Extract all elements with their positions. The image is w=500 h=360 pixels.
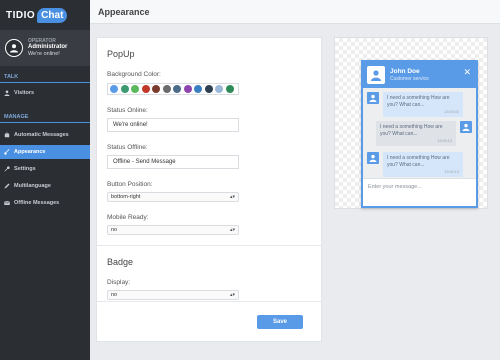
select-arrows-icon: ▴︎▾︎	[229, 194, 235, 200]
display-value: no	[111, 292, 118, 298]
sidebar-item-appearance[interactable]: Appearance	[0, 145, 90, 159]
wrench-icon	[4, 166, 10, 172]
message-text: I need a something How are you? What can…	[387, 155, 450, 168]
page-header: Appearance	[90, 0, 500, 24]
logo: TIDIO Chat	[0, 0, 90, 30]
chat-message-input[interactable]: Enter your message...	[363, 178, 476, 206]
mobile-ready-label: Mobile Ready:	[107, 214, 149, 221]
chat-messages: I need a something How are you? What can…	[363, 88, 476, 178]
section-divider	[97, 245, 321, 246]
sidebar-item-label: Offline Messages	[14, 200, 60, 206]
mail-icon	[4, 200, 10, 206]
chat-preview: John Doe Customer service ✕ I need a som…	[334, 37, 488, 209]
panel-footer: Save	[97, 301, 321, 341]
button-position-value: bottom-right	[111, 194, 141, 200]
chat-message: I need a something How are you? What can…	[376, 121, 472, 146]
chat-message: I need a something How are you? What can…	[367, 92, 463, 117]
display-label: Display:	[107, 279, 131, 286]
agent-avatar-icon	[367, 66, 385, 84]
sidebar-item-label: Visitors	[14, 90, 35, 96]
status-offline-input[interactable]: Offline - Send Message	[107, 155, 239, 169]
color-swatch[interactable]	[110, 85, 118, 93]
sidebar-item-visitors[interactable]: Visitors	[0, 86, 90, 100]
status-offline-label: Status Offline:	[107, 144, 148, 151]
color-swatch[interactable]	[194, 85, 202, 93]
badge-heading: Badge	[107, 257, 134, 267]
color-swatch[interactable]	[225, 85, 234, 93]
popup-heading: PopUp	[107, 49, 135, 59]
sidebar-item-offline-messages[interactable]: Offline Messages	[0, 196, 90, 210]
status-online-label: Status Online:	[107, 107, 148, 114]
operator-status[interactable]: We're online!	[28, 51, 67, 58]
color-swatch[interactable]	[120, 85, 129, 93]
user-avatar-icon	[367, 152, 379, 164]
chat-widget: John Doe Customer service ✕ I need a som…	[361, 60, 478, 208]
message-text: I need a something How are you? What can…	[380, 124, 443, 137]
select-arrows-icon: ▴︎▾︎	[229, 227, 235, 233]
sidebar-item-label: Settings	[14, 166, 36, 172]
sidebar-item-label: Automatic Messages	[14, 132, 69, 138]
close-icon[interactable]: ✕	[463, 68, 471, 77]
color-swatch[interactable]	[152, 85, 160, 93]
message-time: 13:00:00	[444, 109, 459, 114]
pencil-icon	[4, 183, 10, 189]
sidebar-item-automatic-messages[interactable]: Automatic Messages	[0, 128, 90, 142]
sidebar-item-multilanguage[interactable]: Multilanguage	[0, 179, 90, 193]
status-online-input[interactable]: We're online!	[107, 118, 239, 132]
operator-card: OPERATOR Administrator We're online!	[0, 30, 90, 66]
display-select[interactable]: no ▴︎▾︎	[107, 290, 239, 300]
operator-name: Administrator	[28, 44, 68, 51]
robot-icon	[4, 132, 10, 138]
color-picker	[107, 83, 239, 95]
section-manage: MANAGE	[0, 106, 90, 123]
button-position-select[interactable]: bottom-right ▴︎▾︎	[107, 192, 239, 202]
sidebar-item-label: Appearance	[14, 149, 46, 155]
chat-widget-header: John Doe Customer service ✕	[363, 62, 476, 88]
save-button[interactable]: Save	[257, 315, 303, 329]
operator-avatar-icon	[5, 39, 23, 57]
message-time: 13:00:13	[437, 138, 452, 143]
user-avatar-icon	[367, 92, 379, 104]
color-swatch[interactable]	[162, 85, 171, 93]
user-avatar-icon	[460, 121, 472, 133]
appearance-settings-panel: PopUp Background Color: Status Online: W…	[96, 37, 322, 342]
logo-text: TIDIO	[6, 9, 36, 21]
sidebar-item-label: Multilanguage	[14, 183, 51, 189]
mobile-ready-select[interactable]: no ▴︎▾︎	[107, 225, 239, 235]
color-swatch[interactable]	[173, 85, 181, 93]
user-icon	[4, 90, 10, 96]
select-arrows-icon: ▴︎▾︎	[229, 292, 235, 298]
color-swatch[interactable]	[131, 85, 139, 93]
color-swatch[interactable]	[141, 85, 150, 93]
background-color-label: Background Color:	[107, 71, 161, 78]
page-title: Appearance	[98, 6, 150, 17]
chat-message: I need a something How are you? What can…	[367, 152, 463, 177]
section-talk: TALK	[0, 66, 90, 83]
message-text: I need a something How are you? What can…	[387, 95, 450, 108]
agent-role: Customer service	[390, 75, 429, 82]
sidebar-item-settings[interactable]: Settings	[0, 162, 90, 176]
color-swatch[interactable]	[204, 85, 213, 93]
logo-chat-bubble: Chat	[37, 7, 68, 23]
brush-icon	[4, 149, 10, 155]
message-time: 13:00:13	[444, 169, 459, 174]
color-swatch[interactable]	[183, 85, 192, 93]
agent-name: John Doe	[390, 67, 420, 75]
color-swatch[interactable]	[215, 85, 223, 93]
sidebar: TIDIO Chat OPERATOR Administrator We're …	[0, 0, 90, 360]
mobile-ready-value: no	[111, 227, 118, 233]
button-position-label: Button Position:	[107, 181, 153, 188]
